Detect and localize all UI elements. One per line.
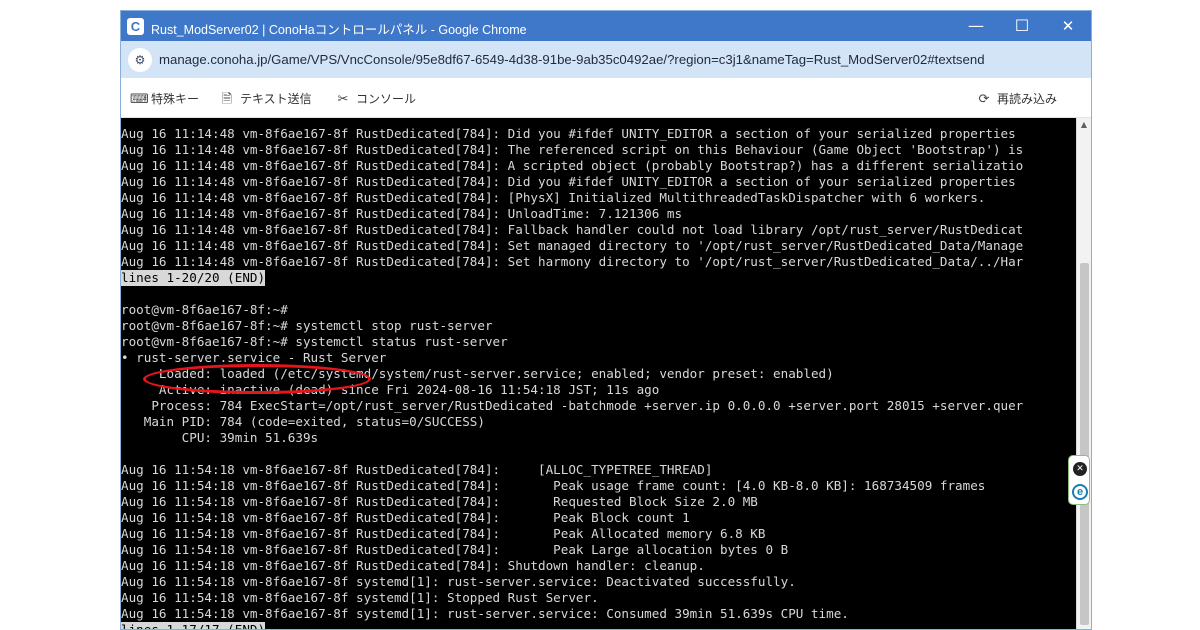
- minimize-button[interactable]: —: [953, 11, 999, 41]
- special-key-label: 特殊キー: [151, 92, 200, 106]
- terminal-line: CPU: 39min 51.639s: [121, 430, 319, 445]
- terminal-line: Aug 16 11:14:48 vm-8f6ae167-8f RustDedic…: [121, 238, 1024, 253]
- tools-icon: ✂: [337, 92, 349, 107]
- terminal-line: Aug 16 11:14:48 vm-8f6ae167-8f RustDedic…: [121, 254, 1024, 269]
- terminal-line: Aug 16 11:54:18 vm-8f6ae167-8f RustDedic…: [121, 478, 986, 493]
- console-label: コンソール: [356, 92, 417, 106]
- terminal-line: Aug 16 11:54:18 vm-8f6ae167-8f systemd[1…: [121, 590, 599, 605]
- conoha-app-icon: C: [127, 18, 144, 35]
- terminal-line: Aug 16 11:14:48 vm-8f6ae167-8f RustDedic…: [121, 190, 986, 205]
- reload-button[interactable]: ⟳ 再読み込み: [976, 90, 1057, 108]
- console-button[interactable]: ✂ コンソール: [335, 90, 416, 108]
- keyboard-icon: ⌨: [130, 92, 149, 107]
- close-icon[interactable]: ✕: [1073, 462, 1087, 476]
- terminal-line: Aug 16 11:14:48 vm-8f6ae167-8f RustDedic…: [121, 222, 1024, 237]
- title-bar: C Rust_ModServer02 | ConoHaコントロールパネル - G…: [121, 11, 1091, 41]
- terminal-line: Aug 16 11:54:18 vm-8f6ae167-8f RustDedic…: [121, 510, 690, 525]
- reload-icon: ⟳: [978, 92, 990, 107]
- text-send-label: テキスト送信: [240, 92, 312, 106]
- browser-window: C Rust_ModServer02 | ConoHaコントロールパネル - G…: [120, 10, 1092, 630]
- close-window-button[interactable]: ✕: [1045, 11, 1091, 41]
- terminal-line: Aug 16 11:14:48 vm-8f6ae167-8f RustDedic…: [121, 142, 1024, 157]
- terminal-line: Aug 16 11:54:18 vm-8f6ae167-8f RustDedic…: [121, 462, 713, 477]
- terminal-line: Aug 16 11:54:18 vm-8f6ae167-8f systemd[1…: [121, 606, 849, 621]
- scroll-thumb[interactable]: [1080, 263, 1089, 625]
- terminal-line: root@vm-8f6ae167-8f:~# systemctl status …: [121, 334, 508, 349]
- terminal-line: Aug 16 11:54:18 vm-8f6ae167-8f RustDedic…: [121, 526, 766, 541]
- scroll-up-arrow-icon[interactable]: ▲: [1079, 120, 1089, 130]
- terminal-line: Aug 16 11:54:18 vm-8f6ae167-8f RustDedic…: [121, 542, 789, 557]
- edge-icon[interactable]: e: [1072, 484, 1088, 500]
- site-info-icon[interactable]: ⚙: [128, 48, 152, 72]
- pager-status-line: lines 1-20/20 (END): [121, 270, 266, 286]
- text-send-button[interactable]: 🗎 テキスト送信: [219, 90, 312, 108]
- address-bar: ⚙ manage.conoha.jp/Game/VPS/VncConsole/9…: [121, 41, 1091, 78]
- url-text[interactable]: manage.conoha.jp/Game/VPS/VncConsole/95e…: [159, 52, 985, 67]
- terminal-line: root@vm-8f6ae167-8f:~# systemctl stop ru…: [121, 318, 493, 333]
- side-widget: ✕ e: [1068, 455, 1090, 505]
- terminal-line: Process: 784 ExecStart=/opt/rust_server/…: [121, 398, 1024, 413]
- terminal-line: Aug 16 11:14:48 vm-8f6ae167-8f RustDedic…: [121, 174, 1016, 189]
- window-title: Rust_ModServer02 | ConoHaコントロールパネル - Goo…: [151, 23, 527, 37]
- terminal-line: Aug 16 11:14:48 vm-8f6ae167-8f RustDedic…: [121, 126, 1016, 141]
- terminal-line: Aug 16 11:14:48 vm-8f6ae167-8f RustDedic…: [121, 206, 683, 221]
- scrollbar[interactable]: ▲: [1076, 118, 1091, 629]
- terminal-line: Main PID: 784 (code=exited, status=0/SUC…: [121, 414, 485, 429]
- pager-status-line: lines 1-17/17 (END): [121, 622, 266, 629]
- console-toolbar: ⌨ 特殊キー 🗎 テキスト送信 ✂ コンソール ⟳ 再読み込み: [121, 78, 1091, 118]
- reload-label: 再読み込み: [997, 92, 1058, 106]
- highlight-ellipse: [143, 364, 371, 394]
- terminal-line: Aug 16 11:54:18 vm-8f6ae167-8f RustDedic…: [121, 494, 758, 509]
- terminal-line: Aug 16 11:54:18 vm-8f6ae167-8f systemd[1…: [121, 574, 796, 589]
- terminal-line: Aug 16 11:14:48 vm-8f6ae167-8f RustDedic…: [121, 158, 1024, 173]
- maximize-button[interactable]: ☐: [999, 11, 1045, 41]
- document-icon: 🗎: [221, 92, 233, 107]
- terminal-line: root@vm-8f6ae167-8f:~#: [121, 302, 288, 317]
- special-key-button[interactable]: ⌨ 特殊キー: [130, 90, 199, 108]
- terminal-line: Aug 16 11:54:18 vm-8f6ae167-8f RustDedic…: [121, 558, 705, 573]
